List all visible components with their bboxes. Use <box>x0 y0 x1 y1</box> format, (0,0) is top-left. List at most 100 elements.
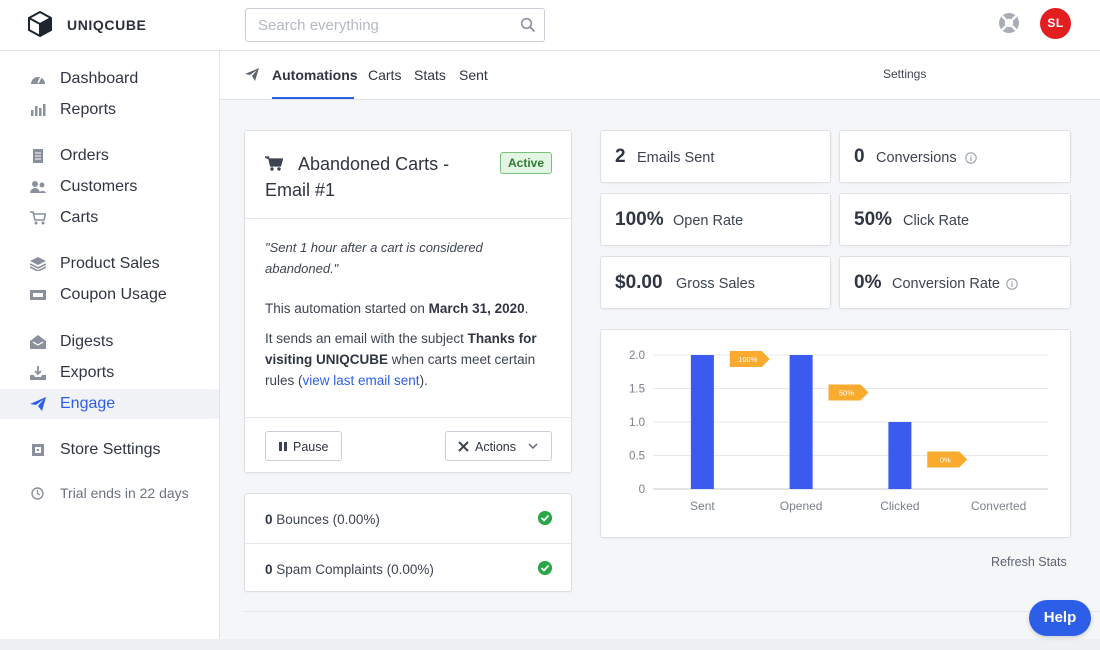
subject-prefix: It sends an email with the subject <box>265 331 468 346</box>
stat-conversions: 0 Conversions <box>839 130 1071 183</box>
funnel-bar-chart: 0 0.5 1.0 1.5 2.0 Sent Opened Clicked Converted 1… <box>629 350 1048 513</box>
bar <box>789 355 813 489</box>
speedometer-icon <box>31 76 45 84</box>
lifebuoy-icon[interactable] <box>998 12 1020 34</box>
download-icon <box>30 366 46 380</box>
stat-label: Emails Sent <box>637 150 715 166</box>
view-last-email-link[interactable]: view last email sent <box>303 373 420 388</box>
user-avatar[interactable]: SL <box>1040 8 1071 39</box>
sidebar-item-product-sales[interactable]: Product Sales <box>0 249 219 279</box>
list-item-spam: 0 Spam Complaints (0.00%) <box>245 544 571 593</box>
spam-label: Spam Complaints (0.00%) <box>276 562 434 577</box>
search-box[interactable] <box>245 8 545 42</box>
sidebar-item-engage[interactable]: Engage <box>0 389 219 419</box>
settings-link[interactable]: Settings <box>883 67 926 81</box>
sidebar-item-label: Digests <box>60 333 114 350</box>
info-icon[interactable] <box>965 152 977 164</box>
sidebar-item-exports[interactable]: Exports <box>0 358 219 388</box>
sidebar-item-digests[interactable]: Digests <box>0 327 219 357</box>
active-tab-indicator <box>272 97 354 99</box>
sidebar-item-label: Engage <box>60 395 116 412</box>
search-icon[interactable] <box>520 17 536 33</box>
y-tick-label: 2.0 <box>629 350 645 362</box>
divider <box>245 417 571 418</box>
x-tick-label: Converted <box>971 499 1026 513</box>
stat-value: 0 <box>854 146 865 167</box>
automation-subject-text: It sends an email with the subject Thank… <box>265 328 557 391</box>
start-suffix: . <box>524 301 529 316</box>
stat-open-rate: 100% Open Rate <box>600 193 831 246</box>
tools-icon <box>458 441 469 452</box>
stat-label: Click Rate <box>903 213 970 229</box>
sidebar-item-label: Dashboard <box>60 70 139 87</box>
sidebar-item-coupon-usage[interactable]: Coupon Usage <box>0 280 219 310</box>
divider <box>244 611 1100 612</box>
conversion-tag-label: 0% <box>940 456 951 465</box>
stat-value: $0.00 <box>615 272 663 293</box>
start-prefix: This automation started on <box>265 301 429 316</box>
tab-carts[interactable]: Carts <box>368 67 401 83</box>
start-date: March 31, 2020 <box>428 301 525 316</box>
tab-stats[interactable]: Stats <box>414 67 446 83</box>
status-badge: Active <box>500 152 553 174</box>
actions-dropdown-button[interactable]: Actions <box>445 431 552 461</box>
stat-value: 50% <box>854 209 893 230</box>
stat-emails-sent: 2 Emails Sent <box>600 130 831 183</box>
users-icon <box>30 181 46 193</box>
list-item-bounces: 0 Bounces (0.00%) <box>245 494 571 543</box>
pause-label: Pause <box>293 440 329 454</box>
refresh-stats-link[interactable]: Refresh Stats <box>991 555 1067 569</box>
automation-description: "Sent 1 hour after a cart is considered … <box>265 240 483 276</box>
stat-conversion-rate: 0% Conversion Rate <box>839 256 1071 309</box>
actions-label: Actions <box>475 440 516 454</box>
search-input[interactable] <box>246 9 506 41</box>
stat-value: 100% <box>615 209 664 230</box>
sidebar-item-dashboard[interactable]: Dashboard <box>0 64 219 94</box>
ticket-icon <box>30 290 46 300</box>
brand-name: UNIQCUBE <box>67 17 147 33</box>
cube-logo-icon[interactable] <box>28 11 52 37</box>
sidebar-item-reports[interactable]: Reports <box>0 95 219 125</box>
info-icon[interactable] <box>1006 278 1018 290</box>
pause-icon <box>279 442 287 451</box>
sidebar-item-label: Exports <box>60 364 115 381</box>
deliverability-card: 0 Bounces (0.00%) 0 Spam Complaints (0.0… <box>244 493 572 592</box>
paper-plane-icon <box>245 68 259 81</box>
automation-card: Abandoned Carts - Email #1 Active "Sent … <box>244 130 572 473</box>
stat-value: 2 <box>615 146 626 167</box>
chevron-down-icon <box>528 443 538 450</box>
funnel-chart-card: 0 0.5 1.0 1.5 2.0 Sent Opened Clicked Converted 1… <box>600 329 1071 538</box>
stat-label: Conversions <box>876 150 957 166</box>
stat-gross-sales: $0.00 Gross Sales <box>600 256 831 309</box>
stat-label: Open Rate <box>673 213 744 229</box>
sidebar-item-label: Carts <box>60 209 99 226</box>
bottom-strip <box>0 639 1100 650</box>
check-circle-icon <box>538 561 552 575</box>
help-button[interactable]: Help <box>1029 600 1091 636</box>
pause-button[interactable]: Pause <box>265 431 342 461</box>
sidebar-item-label: Customers <box>60 178 138 195</box>
sidebar-item-label: Orders <box>60 147 109 164</box>
sidebar-item-label: Store Settings <box>60 441 161 458</box>
stat-click-rate: 50% Click Rate <box>839 193 1071 246</box>
x-tick-label: Opened <box>780 499 823 513</box>
bounces-label: Bounces (0.00%) <box>276 512 380 527</box>
y-tick-label: 1.0 <box>629 417 645 429</box>
y-tick-label: 0.5 <box>629 451 645 463</box>
inbox-icon <box>30 335 46 349</box>
bounces-text: 0 Bounces (0.00%) <box>265 512 380 527</box>
bar <box>888 422 912 489</box>
tab-sent[interactable]: Sent <box>459 67 488 83</box>
divider <box>245 218 571 219</box>
tab-automations[interactable]: Automations <box>272 67 358 83</box>
conversion-tag-label: 100% <box>738 355 758 364</box>
trial-notice: Trial ends in 22 days <box>0 481 219 505</box>
sidebar-item-orders[interactable]: Orders <box>0 141 219 171</box>
sidebar-item-store-settings[interactable]: Store Settings <box>0 435 219 465</box>
sidebar-item-customers[interactable]: Customers <box>0 172 219 202</box>
top-bar: UNIQCUBE SL <box>0 0 1100 51</box>
sidebar-item-carts[interactable]: Carts <box>0 203 219 233</box>
conversion-tag-label: 50% <box>839 389 854 398</box>
y-tick-label: 0 <box>639 484 645 496</box>
subject-end: ). <box>419 373 428 388</box>
